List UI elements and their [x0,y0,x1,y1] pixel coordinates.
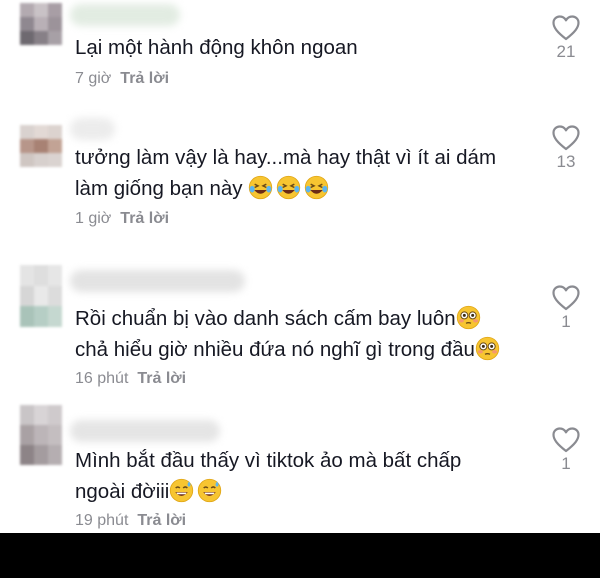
like-count: 1 [561,312,571,331]
comment-time: 19 phút [75,512,129,529]
like-button[interactable]: 1 [548,427,584,474]
heart-icon [552,427,580,453]
bottom-black-bar [0,533,600,578]
comment-text: tưởng làm vậy là hay...mà hay thật vì ít… [75,146,497,200]
heart-icon [552,15,580,41]
comment-meta: 7 giờ Trả lời [75,70,169,88]
username-redacted [70,4,180,26]
grinning-sweat-emoji-icon [170,478,194,503]
flushed-face-emoji-icon [456,305,480,330]
comment-meta: 16 phút Trả lời [75,370,186,388]
comment-meta: 19 phút Trả lời [75,512,186,530]
comment-time: 16 phút [75,370,129,387]
reply-button[interactable]: Trả lời [137,512,186,529]
like-button[interactable]: 13 [548,125,584,172]
emoji-group [248,175,332,200]
comment-meta: 1 giờ Trả lời [75,210,169,228]
username-redacted [70,420,220,442]
heart-icon [552,125,580,151]
like-count: 13 [556,152,576,171]
comment-text: Mình bắt đầu thấy vì tiktok ảo mà bất ch… [75,449,462,503]
like-count: 1 [561,454,571,473]
avatar[interactable] [20,125,62,167]
avatar[interactable] [20,265,62,327]
like-button[interactable]: 21 [548,15,584,62]
username-redacted [70,118,115,140]
reply-button[interactable]: Trả lời [137,370,186,387]
heart-icon [552,285,580,311]
reply-button[interactable]: Trả lời [120,70,169,87]
like-button[interactable]: 1 [548,285,584,332]
avatar[interactable] [20,405,62,465]
comment-text: Lại một hành động khôn ngoan [75,36,358,59]
username-redacted [70,270,245,292]
reply-button[interactable]: Trả lời [120,210,169,227]
comment-time: 1 giờ [75,210,112,227]
comment-text: Rồi chuẩn bị vào danh sách cấm bay luôn … [75,303,515,365]
laughing-tears-emoji-icon [277,175,301,200]
like-count: 21 [556,42,576,61]
laughing-tears-emoji-icon [305,175,329,200]
comment-time: 7 giờ [75,70,112,87]
laughing-tears-emoji-icon [249,175,273,200]
avatar[interactable] [20,3,62,45]
flushed-face-emoji-icon [475,336,500,361]
grinning-sweat-emoji-icon [198,478,222,503]
